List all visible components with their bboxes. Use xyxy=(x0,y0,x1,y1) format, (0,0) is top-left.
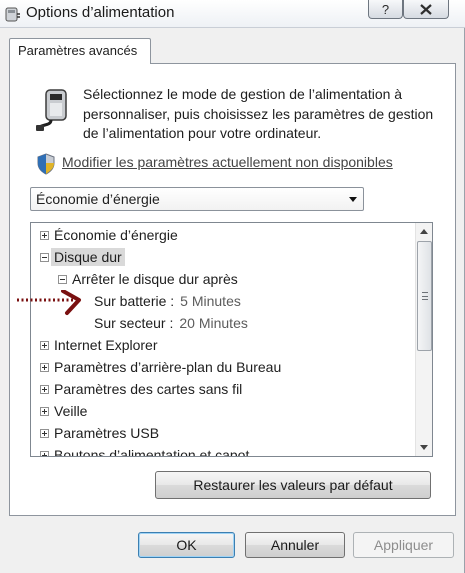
tree-item-label: Économie d’énergie xyxy=(54,227,178,243)
tree-item-label: Boutons d’alimentation et capot xyxy=(54,447,250,457)
tab-advanced-settings-label: Paramètres avancés xyxy=(18,43,138,58)
collapse-minus-icon[interactable] xyxy=(58,274,67,284)
tree-item-label: Disque dur xyxy=(51,248,125,266)
collapse-minus-icon[interactable] xyxy=(40,252,49,262)
plugged-in-value[interactable]: 20 Minutes xyxy=(179,315,247,331)
cancel-button[interactable]: Annuler xyxy=(245,532,345,558)
scroll-down-arrow-icon[interactable] xyxy=(416,439,432,456)
tree-item-energy-saving[interactable]: Économie d’énergie xyxy=(40,224,178,246)
power-plug-battery-icon xyxy=(36,89,67,131)
chevron-down-icon xyxy=(349,197,357,202)
tree-item-label: Arrêter le disque dur après xyxy=(72,271,238,287)
grip-icon xyxy=(422,292,428,300)
title-bar: Options d’alimentation ? xyxy=(0,0,465,28)
apply-button[interactable]: Appliquer xyxy=(353,532,454,558)
on-battery-label: Sur batterie : xyxy=(94,293,175,309)
power-options-window: Options d’alimentation ? Paramètres avan… xyxy=(0,0,465,573)
tree-item-desktop-background[interactable]: Paramètres d’arrière-plan du Bureau xyxy=(40,356,281,378)
scroll-up-arrow-icon[interactable] xyxy=(416,223,432,240)
tab-advanced-settings[interactable]: Paramètres avancés xyxy=(9,38,151,64)
settings-tree[interactable]: Économie d’énergie Disque dur Arrêter le… xyxy=(30,222,433,457)
tree-item-on-battery[interactable]: Sur batterie : 5 Minutes xyxy=(94,290,241,312)
power-plan-select-value: Économie d’énergie xyxy=(36,191,160,207)
tree-item-sleep[interactable]: Veille xyxy=(40,400,87,422)
tree-item-usb-settings[interactable]: Paramètres USB xyxy=(40,422,159,444)
tree-item-label: Paramètres des cartes sans fil xyxy=(54,381,243,397)
close-button[interactable] xyxy=(403,0,449,19)
window-title: Options d’alimentation xyxy=(26,4,175,21)
help-button[interactable]: ? xyxy=(368,0,403,19)
tree-item-label: Internet Explorer xyxy=(54,337,158,353)
power-plan-select[interactable]: Économie d’énergie xyxy=(30,187,364,211)
tree-item-internet-explorer[interactable]: Internet Explorer xyxy=(40,334,158,356)
tree-item-hard-disk[interactable]: Disque dur xyxy=(40,246,125,268)
expand-plus-icon[interactable] xyxy=(40,384,49,394)
tree-item-label: Veille xyxy=(54,403,88,419)
help-button-label: ? xyxy=(381,1,390,17)
on-battery-value[interactable]: 5 Minutes xyxy=(180,293,241,309)
red-arrow-annotation-icon xyxy=(17,290,81,315)
plugged-in-label: Sur secteur : xyxy=(94,315,174,331)
scrollbar-thumb[interactable] xyxy=(417,241,432,351)
close-icon xyxy=(420,3,432,15)
uac-shield-icon xyxy=(37,153,55,175)
expand-plus-icon[interactable] xyxy=(40,428,49,438)
expand-plus-icon[interactable] xyxy=(40,450,49,456)
description-text: Sélectionnez le mode de gestion de l’ali… xyxy=(83,86,434,141)
tree-item-label: Paramètres USB xyxy=(54,425,160,441)
tree-item-turn-off-disk[interactable]: Arrêter le disque dur après xyxy=(58,268,238,290)
restore-defaults-button[interactable]: Restaurer les valeurs par défaut xyxy=(155,471,431,499)
modify-unavailable-settings-link[interactable]: Modifier les paramètres actuellement non… xyxy=(62,154,393,170)
expand-plus-icon[interactable] xyxy=(40,362,49,372)
ok-button[interactable]: OK xyxy=(138,532,235,558)
expand-plus-icon[interactable] xyxy=(40,230,49,240)
tree-item-label: Paramètres d’arrière-plan du Bureau xyxy=(54,359,282,375)
tree-item-power-buttons-lid[interactable]: Boutons d’alimentation et capot xyxy=(40,444,250,457)
tree-scrollbar[interactable] xyxy=(415,223,432,456)
power-options-icon xyxy=(5,7,20,22)
expand-plus-icon[interactable] xyxy=(40,406,49,416)
expand-plus-icon[interactable] xyxy=(40,340,49,350)
tree-item-plugged-in[interactable]: Sur secteur : 20 Minutes xyxy=(94,312,248,334)
tree-item-wireless-adapter[interactable]: Paramètres des cartes sans fil xyxy=(40,378,242,400)
